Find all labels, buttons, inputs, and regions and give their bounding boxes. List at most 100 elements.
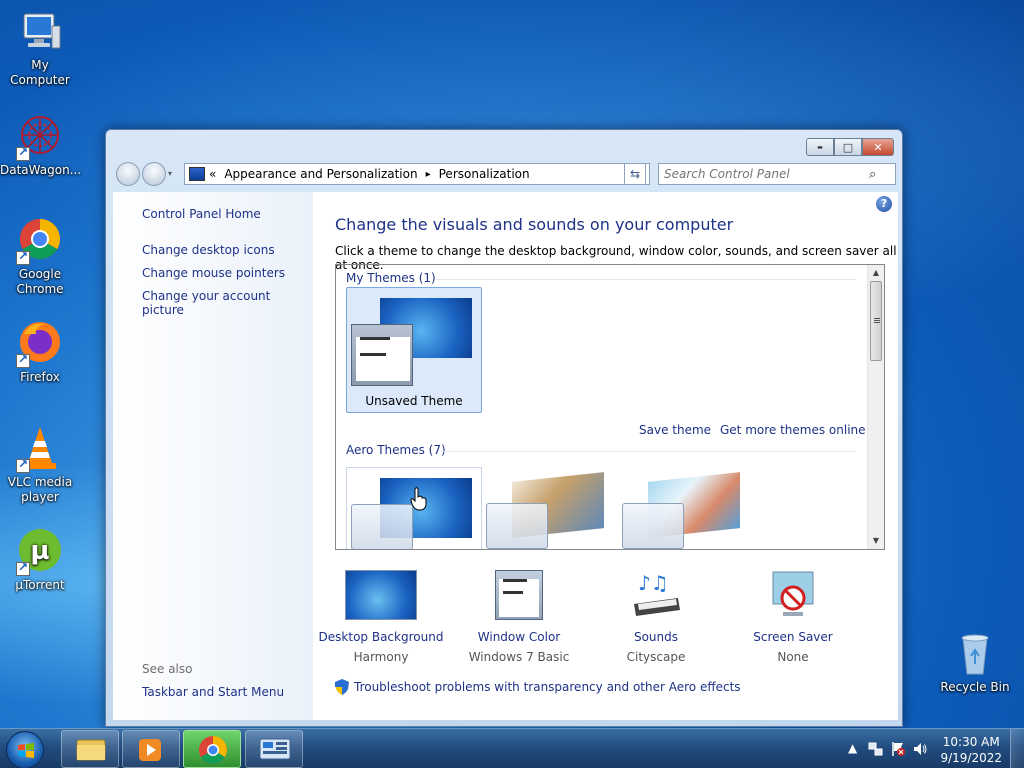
taskbar-chrome[interactable] <box>183 730 241 768</box>
taskbar: ▲ 10:30 AM 9/19/2022 <box>0 728 1024 768</box>
theme-preview-window <box>622 503 684 549</box>
desktop-icon-label: VLC media player <box>7 475 73 504</box>
minimize-button[interactable]: ▬ <box>806 138 834 156</box>
folder-icon <box>76 739 106 761</box>
computer-icon <box>16 8 64 56</box>
window-color-icon <box>483 570 555 620</box>
shortcut-arrow-icon <box>16 145 30 161</box>
sounds-setting[interactable]: ♪♫ Sounds Cityscape <box>586 570 726 664</box>
setting-label[interactable]: Screen Saver <box>723 630 863 644</box>
start-button[interactable] <box>6 731 44 768</box>
theme-preview-window <box>351 324 413 386</box>
vlc-cone-icon <box>16 425 64 473</box>
close-icon: ✕ <box>873 140 883 154</box>
network-icon[interactable] <box>868 741 884 760</box>
setting-label[interactable]: Desktop Background <box>311 630 451 644</box>
setting-value: None <box>777 650 809 664</box>
show-hidden-icons-button[interactable]: ▲ <box>848 741 857 755</box>
desktop-icon-label: DataWagon... <box>0 163 82 177</box>
desktop-icon-vlc[interactable]: VLC media player <box>0 425 80 505</box>
scroll-up-icon[interactable]: ▲ <box>868 265 884 281</box>
clock-time: 10:30 AM <box>942 735 1000 749</box>
setting-label[interactable]: Window Color <box>449 630 589 644</box>
theme-preview-window <box>486 503 548 549</box>
windows-logo-icon <box>18 743 34 758</box>
clock[interactable]: 10:30 AM 9/19/2022 <box>940 734 1002 766</box>
themes-scrollbar[interactable]: ▲ ▼ <box>867 265 884 549</box>
desktop-icon-label: Recycle Bin <box>940 680 1010 694</box>
desktop-icon-my-computer[interactable]: My Computer <box>0 8 80 88</box>
recycle-bin-icon <box>951 630 999 678</box>
get-more-themes-link[interactable]: Get more themes online <box>720 423 866 437</box>
desktop-icon-firefox[interactable]: Firefox <box>0 320 80 385</box>
desktop-icon-utorrent[interactable]: µ µTorrent <box>0 528 80 593</box>
breadcrumb-separator-icon[interactable]: ▸ <box>426 169 431 180</box>
desktop-icon-google-chrome[interactable]: Google Chrome <box>0 217 80 297</box>
desktop-background-icon <box>345 570 417 620</box>
datawagon-icon <box>16 113 64 161</box>
svg-text:µ: µ <box>30 536 49 566</box>
troubleshoot-text[interactable]: Troubleshoot problems with transparency … <box>354 680 741 694</box>
maximize-button[interactable]: □ <box>834 138 862 156</box>
sounds-icon: ♪♫ <box>620 570 692 620</box>
action-center-flag-icon[interactable] <box>890 741 906 760</box>
save-theme-link[interactable]: Save theme <box>639 423 711 437</box>
desktop-background-setting[interactable]: Desktop Background Harmony <box>311 570 451 664</box>
address-bar[interactable]: « Appearance and Personalization ▸ Perso… <box>184 163 650 185</box>
theme-architecture[interactable] <box>482 467 618 549</box>
setting-value: Harmony <box>353 650 409 664</box>
close-button[interactable]: ✕ <box>862 138 894 156</box>
personalization-window: ▬ □ ✕ ▾ « Appearance and Personalization… <box>105 129 903 727</box>
help-icon[interactable]: ? <box>876 196 892 212</box>
search-input[interactable] <box>659 167 869 181</box>
maximize-icon: □ <box>842 140 854 154</box>
control-panel-home-link[interactable]: Control Panel Home <box>142 207 261 221</box>
change-account-picture-link[interactable]: Change your account picture <box>142 289 313 317</box>
group-divider <box>436 279 856 280</box>
desktop-icon-datawagon[interactable]: DataWagon... <box>0 113 82 178</box>
desktop-icon-label: My Computer <box>10 58 70 87</box>
chrome-icon <box>199 736 227 764</box>
my-themes-group-label: My Themes (1) <box>346 271 436 285</box>
taskbar-start-menu-link[interactable]: Taskbar and Start Menu <box>142 685 284 699</box>
change-mouse-pointers-link[interactable]: Change mouse pointers <box>142 266 285 280</box>
shortcut-arrow-icon <box>16 249 30 265</box>
navigation-bar: ▾ « Appearance and Personalization ▸ Per… <box>112 160 896 188</box>
desktop-icon-label: Google Chrome <box>16 267 64 296</box>
back-button[interactable] <box>116 162 140 186</box>
taskbar-media-player[interactable] <box>122 730 180 768</box>
search-icon[interactable]: ⌕ <box>869 167 876 182</box>
show-desktop-button[interactable] <box>1010 729 1024 768</box>
recent-pages-dropdown[interactable]: ▾ <box>168 169 172 178</box>
taskbar-control-panel[interactable] <box>245 730 303 768</box>
window-color-setting[interactable]: Window Color Windows 7 Basic <box>449 570 589 664</box>
control-panel-icon <box>259 738 291 760</box>
svg-text:♪♫: ♪♫ <box>638 571 669 595</box>
utorrent-icon: µ <box>16 528 64 576</box>
forward-button[interactable] <box>142 162 166 186</box>
aero-themes-group-label: Aero Themes (7) <box>346 443 446 457</box>
theme-preview-window <box>351 504 413 549</box>
breadcrumb-overflow[interactable]: « <box>209 167 216 181</box>
scroll-down-icon[interactable]: ▼ <box>868 533 884 549</box>
refresh-button[interactable]: ⇆ <box>624 163 646 185</box>
screen-saver-setting[interactable]: Screen Saver None <box>723 570 863 664</box>
breadcrumb-personalization[interactable]: Personalization <box>439 167 530 181</box>
control-panel-icon <box>189 167 205 181</box>
see-also-label: See also <box>142 662 193 676</box>
setting-label[interactable]: Sounds <box>586 630 726 644</box>
shield-icon <box>335 679 349 695</box>
media-player-icon <box>139 739 161 761</box>
desktop-icon-recycle-bin[interactable]: Recycle Bin <box>935 630 1015 695</box>
clock-date: 9/19/2022 <box>940 751 1002 765</box>
scroll-thumb[interactable] <box>870 281 882 361</box>
breadcrumb-appearance[interactable]: Appearance and Personalization <box>224 167 417 181</box>
theme-name: Unsaved Theme <box>365 394 463 408</box>
taskbar-explorer[interactable] <box>61 730 119 768</box>
change-desktop-icons-link[interactable]: Change desktop icons <box>142 243 275 257</box>
setting-value: Cityscape <box>626 650 686 664</box>
theme-unsaved[interactable]: Unsaved Theme <box>346 287 482 413</box>
volume-icon[interactable] <box>912 741 928 760</box>
search-box[interactable]: ⌕ <box>658 163 896 185</box>
theme-characters[interactable] <box>618 467 754 549</box>
